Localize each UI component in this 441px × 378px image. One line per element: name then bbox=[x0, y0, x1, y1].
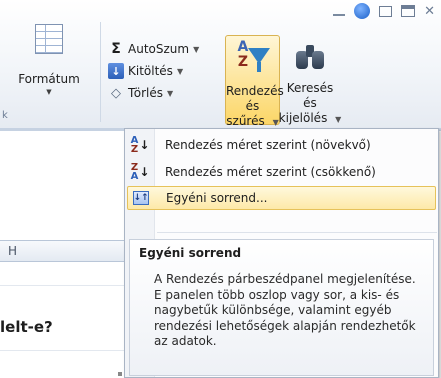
group-separator bbox=[100, 22, 101, 122]
autosum-label: AutoSzum bbox=[128, 42, 190, 56]
eraser-icon: ◇ bbox=[111, 85, 121, 101]
column-header-strip[interactable]: H bbox=[0, 240, 125, 262]
sigma-icon: Σ bbox=[111, 41, 121, 57]
find-select-button[interactable]: Keresés és kijelölés ▼ bbox=[278, 35, 342, 127]
format-button[interactable]: Formátum ▼ bbox=[14, 24, 84, 96]
editing-commands: Σ AutoSzum ▼ ↓ Kitöltés ▼ ◇ Törlés ▼ bbox=[108, 38, 199, 104]
menu-item-sort-ascending[interactable]: A Z ↓ Rendezés méret szerint (növekvő) bbox=[127, 133, 436, 157]
format-cells-icon bbox=[35, 24, 63, 54]
find-select-label-line2: kijelölés bbox=[278, 111, 328, 125]
find-select-label: Keresés és kijelölés ▼ bbox=[278, 81, 342, 127]
menu-item-label: Rendezés méret szerint (csökkenő) bbox=[165, 165, 376, 179]
sort-ascending-icon: A Z ↓ bbox=[130, 135, 150, 155]
maximize-window-icon[interactable] bbox=[401, 5, 416, 17]
fill-button[interactable]: ↓ Kitöltés ▼ bbox=[108, 60, 199, 82]
binoculars-icon bbox=[295, 41, 325, 71]
sort-icon-letter-bottom: Z bbox=[237, 54, 248, 70]
sort-descending-icon: Z A ↓ bbox=[130, 162, 150, 182]
format-button-label: Formátum bbox=[18, 72, 80, 86]
chevron-down-icon: ▼ bbox=[193, 44, 200, 54]
menu-item-sort-descending[interactable]: Z A ↓ Rendezés méret szerint (csökkenő) bbox=[127, 160, 436, 184]
menu-item-custom-sort[interactable]: ↓↑ Egyéni sorrend... bbox=[127, 186, 436, 210]
title-bar-controls: ✕ bbox=[333, 3, 435, 19]
sort-filter-label: Rendezés és szűrés ▼ bbox=[226, 84, 284, 130]
gridline bbox=[0, 350, 125, 351]
sort-filter-label-line2: és szűrés bbox=[226, 99, 265, 128]
tooltip-title: Egyéni sorrend bbox=[139, 246, 242, 260]
ribbon: ✕ Formátum ▼ k Σ AutoSzum ▼ ↓ Kitöltés ▼… bbox=[0, 0, 441, 128]
fill-down-icon: ↓ bbox=[108, 63, 124, 79]
sort-filter-icon: AZ bbox=[236, 40, 270, 80]
restore-window-icon[interactable] bbox=[379, 5, 393, 17]
tooltip: Egyéni sorrend A Rendezés párbeszédpanel… bbox=[129, 239, 434, 376]
clear-button[interactable]: ◇ Törlés ▼ bbox=[108, 82, 199, 104]
cell-marker bbox=[118, 372, 122, 376]
chevron-down-icon: ▼ bbox=[335, 115, 342, 124]
autosum-button[interactable]: Σ AutoSzum ▼ bbox=[108, 38, 199, 60]
cell-text[interactable]: lelt-e? bbox=[0, 318, 53, 336]
group-label-fragment: k bbox=[2, 110, 8, 121]
gridline bbox=[0, 285, 125, 286]
sort-filter-label-line1: Rendezés bbox=[226, 84, 284, 98]
clear-label: Törlés bbox=[128, 86, 164, 100]
chevron-down-icon: ▼ bbox=[176, 66, 184, 76]
minimize-ribbon-icon[interactable] bbox=[333, 6, 346, 16]
help-icon[interactable] bbox=[354, 3, 371, 19]
chevron-down-icon: ▼ bbox=[46, 88, 52, 96]
custom-sort-icon: ↓↑ bbox=[128, 191, 154, 205]
sort-filter-button[interactable]: AZ Rendezés és szűrés ▼ bbox=[225, 35, 284, 128]
find-select-label-line1: Keresés és bbox=[286, 81, 334, 110]
menu-item-label: Rendezés méret szerint (növekvő) bbox=[165, 138, 371, 152]
close-window-icon[interactable]: ✕ bbox=[424, 4, 435, 19]
tooltip-body: A Rendezés párbeszédpanel megjelenítése.… bbox=[154, 272, 416, 348]
menu-separator bbox=[157, 232, 437, 233]
menu-item-label: Egyéni sorrend... bbox=[166, 191, 268, 205]
chevron-down-icon: ▼ bbox=[167, 88, 174, 98]
column-header-fragment: H bbox=[8, 244, 18, 258]
sort-filter-menu: A Z ↓ Rendezés méret szerint (növekvő) Z A ↓… bbox=[124, 128, 439, 378]
fill-label: Kitöltés bbox=[128, 64, 173, 78]
